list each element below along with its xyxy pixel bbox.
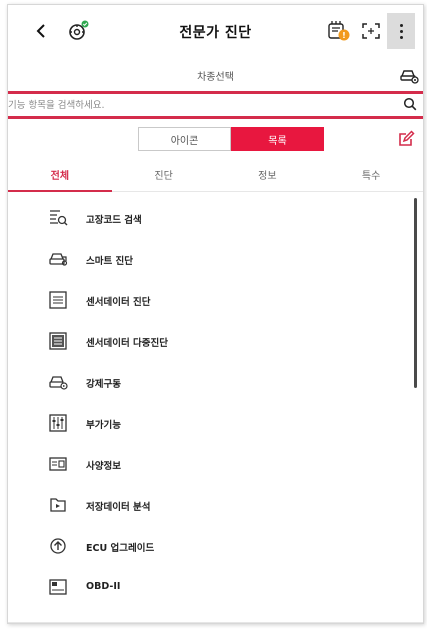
- more-dot: [399, 35, 403, 39]
- list-item-smart-diagnosis[interactable]: 스마트 진단: [8, 239, 423, 280]
- list-item-label: 부가기능: [86, 420, 121, 431]
- app-window: 전문가 진단 ! 차종선택 기능 항목을 검색하세요. 아이콘 목록 전체 진단…: [7, 4, 424, 624]
- tab-info[interactable]: 정보: [216, 157, 320, 191]
- list-item-obd2[interactable]: OBD-II: [8, 567, 423, 608]
- list-item-ecu-upgrade[interactable]: ECU 업그레이드: [8, 526, 423, 567]
- view-toggle-row: 아이콘 목록: [8, 119, 423, 157]
- edit-icon[interactable]: [397, 130, 415, 148]
- more-menu-button[interactable]: [387, 13, 415, 49]
- sensor-data-multi-icon: [49, 332, 67, 350]
- icon-view-button[interactable]: 아이콘: [138, 127, 231, 151]
- search-bar: [8, 94, 423, 119]
- bottom-divider: [8, 622, 423, 623]
- list-item-label: 저장데이터 분석: [86, 502, 151, 513]
- list-item-label: 고장코드 검색: [86, 215, 142, 226]
- saved-data-folder-icon: [50, 498, 66, 512]
- list-item-label: OBD-II: [86, 581, 121, 592]
- list-item-label: 강제구동: [86, 379, 121, 390]
- more-dot: [399, 23, 403, 27]
- function-list: 고장코드 검색 스마트 진단 센서데이터 진단 센서데이터 다중진단 강제구동 …: [8, 198, 423, 608]
- list-view-button[interactable]: 목록: [231, 127, 324, 151]
- smart-diagnosis-icon: [49, 253, 68, 266]
- vehicle-select-row[interactable]: 차종선택: [8, 59, 423, 94]
- category-tabs: 전체 진단 정보 특수: [8, 157, 423, 192]
- actuation-test-icon: [49, 376, 68, 390]
- tab-special[interactable]: 특수: [319, 157, 423, 191]
- list-item-sensor-data-multi[interactable]: 센서데이터 다중진단: [8, 321, 423, 362]
- obd-icon: [49, 579, 67, 595]
- sensor-data-icon: [49, 291, 67, 309]
- list-item-label: ECU 업그레이드: [86, 543, 155, 554]
- ecu-upgrade-icon: [50, 538, 66, 554]
- list-item-label: 사양정보: [86, 461, 121, 472]
- view-toggle: 아이콘 목록: [138, 127, 324, 151]
- tab-diagnosis[interactable]: 진단: [112, 157, 216, 191]
- car-settings-icon[interactable]: [399, 65, 419, 85]
- svg-text:!: !: [342, 31, 346, 40]
- more-dot: [399, 29, 403, 33]
- additional-functions-icon: [49, 414, 67, 432]
- tab-all[interactable]: 전체: [8, 157, 112, 192]
- vehicle-info-icon[interactable]: !: [326, 19, 352, 43]
- list-item-spec-info[interactable]: 사양정보: [8, 444, 423, 485]
- list-item-actuation-test[interactable]: 강제구동: [8, 362, 423, 403]
- list-item-additional-functions[interactable]: 부가기능: [8, 403, 423, 444]
- list-item-dtc-search[interactable]: 고장코드 검색: [8, 198, 423, 239]
- list-item-label: 센서데이터 다중진단: [86, 338, 168, 349]
- spec-info-icon: [49, 457, 67, 471]
- search-icon[interactable]: [403, 97, 417, 111]
- header: 전문가 진단 !: [8, 5, 423, 59]
- list-item-label: 스마트 진단: [86, 256, 134, 267]
- dtc-search-icon: [50, 210, 68, 226]
- list-item-sensor-data[interactable]: 센서데이터 진단: [8, 280, 423, 321]
- vehicle-select-label: 차종선택: [197, 72, 234, 83]
- search-input[interactable]: [8, 97, 388, 113]
- list-item-saved-data[interactable]: 저장데이터 분석: [8, 485, 423, 526]
- fullscreen-icon[interactable]: [360, 21, 382, 41]
- list-item-label: 센서데이터 진단: [86, 297, 151, 308]
